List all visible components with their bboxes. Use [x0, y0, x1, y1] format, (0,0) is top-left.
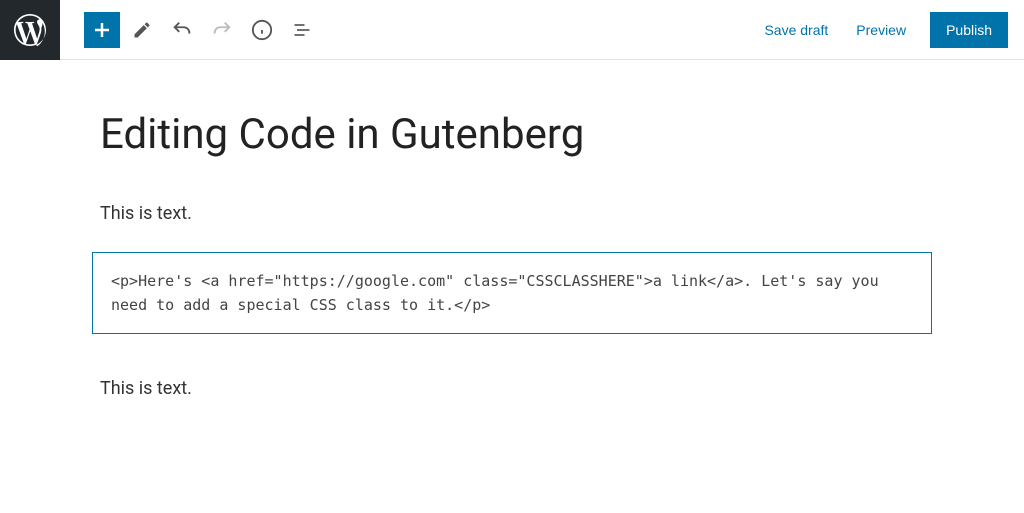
redo-icon: [211, 19, 233, 41]
toolbar-left-group: [60, 12, 320, 48]
outline-button[interactable]: [284, 12, 320, 48]
undo-button[interactable]: [164, 12, 200, 48]
editor-content-area: Editing Code in Gutenberg This is text. …: [92, 60, 932, 403]
info-icon: [251, 19, 273, 41]
redo-button[interactable]: [204, 12, 240, 48]
edit-mode-button[interactable]: [124, 12, 160, 48]
wordpress-icon: [14, 14, 46, 46]
plus-icon: [90, 18, 114, 42]
post-title[interactable]: Editing Code in Gutenberg: [92, 110, 932, 159]
info-button[interactable]: [244, 12, 280, 48]
add-block-button[interactable]: [84, 12, 120, 48]
undo-icon: [171, 19, 193, 41]
publish-button[interactable]: Publish: [930, 12, 1008, 48]
toolbar-right-group: Save draft Preview Publish: [760, 12, 1008, 48]
save-draft-button[interactable]: Save draft: [760, 14, 832, 46]
preview-button[interactable]: Preview: [852, 14, 910, 46]
paragraph-block[interactable]: This is text.: [92, 199, 932, 228]
pencil-icon: [132, 20, 152, 40]
list-icon: [292, 20, 312, 40]
editor-toolbar: Save draft Preview Publish: [0, 0, 1024, 60]
wordpress-logo[interactable]: [0, 0, 60, 60]
paragraph-block[interactable]: This is text.: [92, 374, 932, 403]
code-block-selected[interactable]: <p>Here's <a href="https://google.com" c…: [92, 252, 932, 334]
